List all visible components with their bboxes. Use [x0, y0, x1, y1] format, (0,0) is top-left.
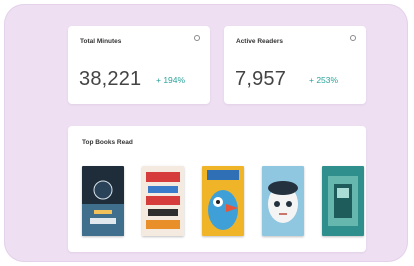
top-books-card: Top Books Read — [68, 126, 366, 252]
options-icon[interactable] — [194, 35, 200, 41]
total-minutes-change: + 194% — [156, 75, 186, 85]
options-icon[interactable] — [350, 35, 356, 41]
total-minutes-title: Total Minutes — [80, 38, 122, 45]
total-minutes-value: 38,221 — [79, 68, 142, 90]
book-cover-4[interactable] — [262, 166, 304, 236]
active-readers-title: Active Readers — [236, 38, 283, 45]
active-readers-value: 7,957 — [235, 68, 287, 90]
total-minutes-card[interactable]: Total Minutes 38,221 + 194% — [68, 26, 210, 104]
book-cover-5[interactable] — [322, 166, 364, 236]
active-readers-card[interactable]: Active Readers 7,957 + 253% — [224, 26, 366, 104]
top-books-title: Top Books Read — [82, 139, 133, 146]
active-readers-change: + 253% — [309, 75, 339, 85]
dashboard-frame: Total Minutes 38,221 + 194% Active Reade… — [4, 4, 408, 262]
book-cover-3[interactable] — [202, 166, 244, 236]
book-cover-1[interactable] — [82, 166, 124, 236]
book-cover-2[interactable] — [142, 166, 184, 236]
